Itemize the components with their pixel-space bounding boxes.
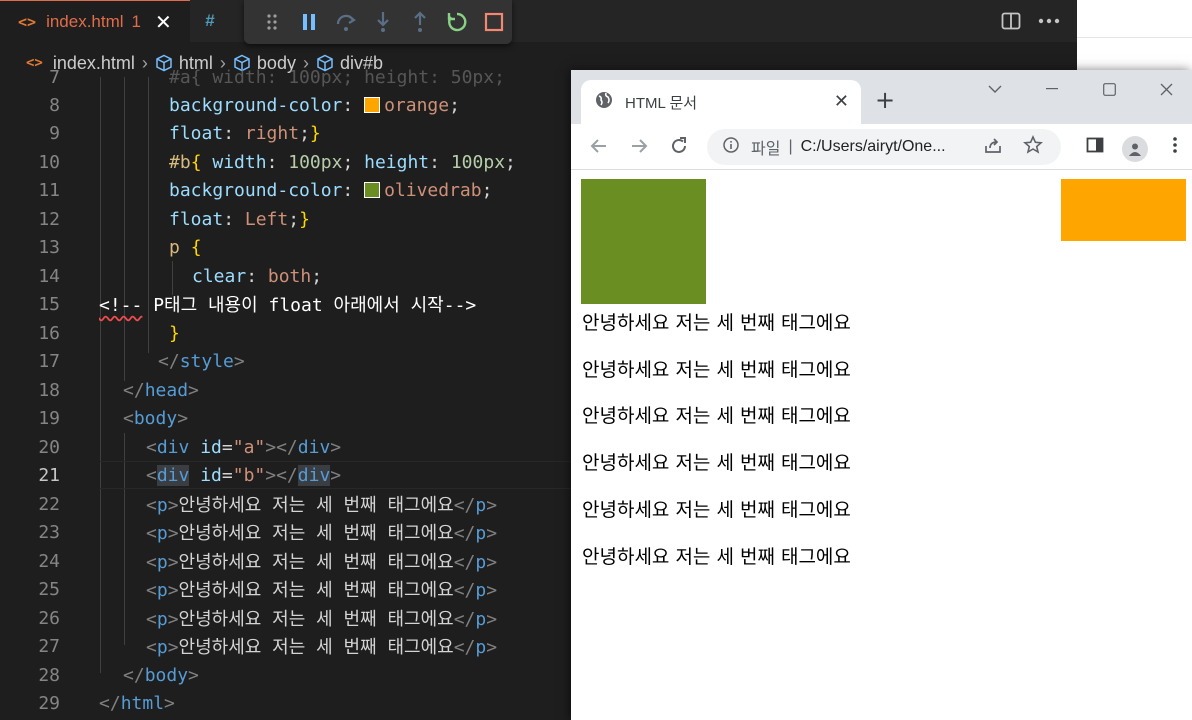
editor-tab-bar: <> index.html 1 ✕ # — [0, 0, 1077, 44]
debug-toolbar — [244, 0, 512, 44]
close-icon[interactable]: ✕ — [155, 10, 172, 34]
globe-icon — [595, 91, 613, 113]
kebab-menu-icon[interactable] — [1157, 136, 1192, 162]
tab-index-html[interactable]: <> index.html 1 ✕ — [0, 0, 190, 42]
paragraph: 안녕하세요 저는 세 번째 태그에요 — [582, 452, 851, 474]
tab-css-file[interactable]: # — [190, 0, 230, 42]
browser-window: HTML 문서 ✕ + 파일 | C:/Users/airyt/One... 안… — [571, 70, 1192, 720]
reload-icon[interactable] — [669, 136, 689, 160]
paragraph: 안녕하세요 저는 세 번째 태그에요 — [582, 405, 851, 427]
editor-actions — [992, 6, 1068, 36]
browser-toolbar: 파일 | C:/Users/airyt/One... — [571, 124, 1192, 170]
site-label: 파일 — [751, 141, 781, 158]
css-file-icon: # — [205, 11, 215, 30]
step-into-icon[interactable] — [365, 0, 402, 44]
tab-search-icon[interactable] — [975, 78, 1015, 100]
paragraph: 안녕하세요 저는 세 번째 태그에요 — [582, 499, 851, 521]
browser-tab-title: HTML 문서 — [625, 94, 698, 112]
new-tab-button[interactable]: + — [875, 86, 895, 114]
split-editor-icon[interactable] — [992, 11, 1030, 31]
omnibox-actions — [973, 135, 1053, 155]
tab-title: index.html — [46, 11, 124, 31]
paragraph: 안녕하세요 저는 세 번째 태그에요 — [582, 312, 851, 334]
more-actions-icon[interactable] — [1030, 18, 1068, 24]
forward-arrow-icon[interactable] — [629, 136, 649, 160]
drag-handle-icon[interactable] — [254, 0, 291, 44]
div-b-olivedrab-box — [581, 179, 706, 304]
page-viewport: 안녕하세요 저는 세 번째 태그에요 안녕하세요 저는 세 번째 태그에요 안녕… — [571, 170, 1192, 720]
info-icon[interactable] — [723, 136, 739, 158]
stop-icon[interactable] — [475, 0, 512, 44]
error-squiggle[interactable]: <!-- — [99, 295, 142, 316]
avatar — [1122, 136, 1148, 162]
paragraph: 안녕하세요 저는 세 번째 태그에요 — [582, 546, 851, 568]
back-arrow-icon[interactable] — [589, 136, 609, 160]
address-bar[interactable]: 파일 | C:/Users/airyt/One... — [707, 129, 1061, 165]
omnibox-separator: | — [788, 138, 793, 155]
star-icon[interactable] — [1013, 135, 1053, 155]
step-out-icon[interactable] — [401, 0, 438, 44]
color-swatch-orange[interactable] — [364, 96, 381, 113]
profile-button[interactable] — [1113, 136, 1157, 162]
toolbar-right — [1077, 136, 1192, 162]
url-text: C:/Users/airyt/One... — [800, 138, 946, 155]
step-over-icon[interactable] — [328, 0, 365, 44]
background-window — [1077, 0, 1192, 70]
side-panel-icon[interactable] — [1077, 136, 1113, 162]
window-close-icon[interactable] — [1146, 78, 1186, 100]
minimize-icon[interactable] — [1032, 78, 1072, 100]
divider — [1077, 37, 1192, 38]
html-file-icon: <> — [18, 12, 37, 31]
problem-count-badge: 1 — [131, 11, 142, 31]
share-icon[interactable] — [973, 135, 1013, 155]
pause-icon[interactable] — [291, 0, 328, 44]
maximize-icon[interactable] — [1089, 78, 1129, 100]
browser-tab[interactable]: HTML 문서 ✕ — [581, 80, 861, 124]
color-swatch-olivedrab[interactable] — [364, 181, 381, 198]
browser-tab-strip: HTML 문서 ✕ + — [571, 70, 1192, 124]
close-icon[interactable]: ✕ — [834, 91, 849, 112]
paragraph: 안녕하세요 저는 세 번째 태그에요 — [582, 359, 851, 381]
div-a-orange-box — [1061, 179, 1186, 241]
restart-icon[interactable] — [438, 0, 475, 44]
